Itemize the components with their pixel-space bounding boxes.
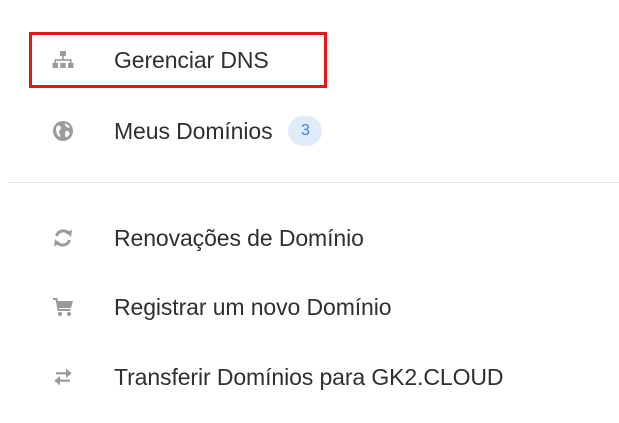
menu-item-my-domains[interactable]: Meus Domínios 3: [52, 111, 323, 151]
cart-icon: [52, 296, 74, 318]
menu-item-label: Meus Domínios: [114, 117, 273, 144]
menu-item-manage-dns[interactable]: Gerenciar DNS: [52, 40, 269, 80]
menu-item-transfer-domains[interactable]: Transferir Domínios para GK2.CLOUD: [52, 357, 504, 397]
globe-icon: [52, 120, 74, 142]
menu-item-label: Renovações de Domínio: [114, 224, 364, 251]
menu-item-register-domain[interactable]: Registrar um novo Domínio: [52, 287, 392, 327]
renew-icon: [52, 227, 74, 249]
menu-item-label: Transferir Domínios para GK2.CLOUD: [114, 363, 504, 390]
menu-item-domain-renewals[interactable]: Renovações de Domínio: [52, 218, 364, 258]
domain-count-badge: 3: [288, 116, 323, 146]
transfer-icon: [52, 366, 74, 388]
domains-menu: Gerenciar DNS Meus Domínios 3 Renovações…: [0, 0, 619, 423]
sitemap-icon: [52, 49, 74, 71]
menu-item-label: Gerenciar DNS: [114, 46, 269, 73]
divider: [8, 182, 619, 183]
menu-item-label: Registrar um novo Domínio: [114, 293, 392, 320]
